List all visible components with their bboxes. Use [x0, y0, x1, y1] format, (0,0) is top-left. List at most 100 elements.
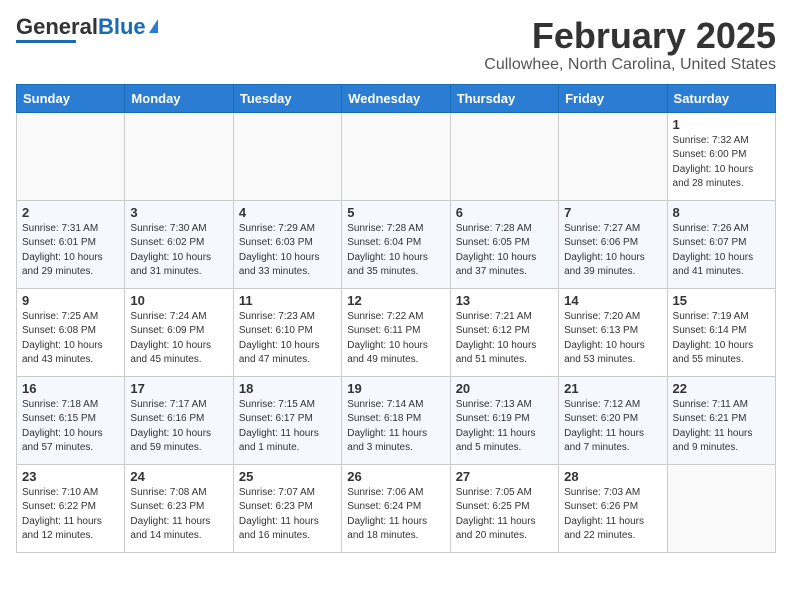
day-number: 22 — [673, 381, 770, 396]
day-info: Sunrise: 7:05 AM Sunset: 6:25 PM Dayligh… — [456, 486, 553, 544]
day-number: 27 — [456, 469, 553, 484]
calendar-title: February 2025 — [484, 16, 776, 56]
day-number: 17 — [130, 381, 227, 396]
calendar-week-row: 2 Sunrise: 7:31 AM Sunset: 6:01 PM Daylig… — [17, 200, 776, 288]
calendar-cell — [559, 112, 667, 200]
calendar-cell: 21 Sunrise: 7:12 AM Sunset: 6:20 PM Dayli… — [559, 376, 667, 464]
calendar-cell: 16 Sunrise: 7:18 AM Sunset: 6:15 PM Dayli… — [17, 376, 125, 464]
day-info: Sunrise: 7:15 AM Sunset: 6:17 PM Dayligh… — [239, 398, 336, 456]
calendar-cell: 15 Sunrise: 7:19 AM Sunset: 6:14 PM Dayli… — [667, 288, 775, 376]
day-number: 26 — [347, 469, 444, 484]
day-info: Sunrise: 7:06 AM Sunset: 6:24 PM Dayligh… — [347, 486, 444, 544]
day-info: Sunrise: 7:12 AM Sunset: 6:20 PM Dayligh… — [564, 398, 661, 456]
calendar-cell: 12 Sunrise: 7:22 AM Sunset: 6:11 PM Dayli… — [342, 288, 450, 376]
day-info: Sunrise: 7:19 AM Sunset: 6:14 PM Dayligh… — [673, 310, 770, 368]
day-number: 9 — [22, 293, 119, 308]
logo: GeneralBlue — [16, 16, 158, 43]
day-info: Sunrise: 7:18 AM Sunset: 6:15 PM Dayligh… — [22, 398, 119, 456]
title-block: February 2025 Cullowhee, North Carolina,… — [484, 16, 776, 74]
day-info: Sunrise: 7:22 AM Sunset: 6:11 PM Dayligh… — [347, 310, 444, 368]
day-info: Sunrise: 7:31 AM Sunset: 6:01 PM Dayligh… — [22, 222, 119, 280]
calendar-cell: 25 Sunrise: 7:07 AM Sunset: 6:23 PM Dayli… — [233, 464, 341, 552]
day-number: 16 — [22, 381, 119, 396]
calendar-week-row: 23 Sunrise: 7:10 AM Sunset: 6:22 PM Dayli… — [17, 464, 776, 552]
weekday-header-wednesday: Wednesday — [342, 84, 450, 112]
day-number: 7 — [564, 205, 661, 220]
day-number: 11 — [239, 293, 336, 308]
calendar-cell: 19Sunrise: 7:14 AM Sunset: 6:18 PM Dayli… — [342, 376, 450, 464]
weekday-header-thursday: Thursday — [450, 84, 558, 112]
logo-text: GeneralBlue — [16, 16, 146, 38]
calendar-week-row: 1 Sunrise: 7:32 AM Sunset: 6:00 PM Daylig… — [17, 112, 776, 200]
day-number: 5 — [347, 205, 444, 220]
day-info: Sunrise: 7:20 AM Sunset: 6:13 PM Dayligh… — [564, 310, 661, 368]
day-info: Sunrise: 7:17 AM Sunset: 6:16 PM Dayligh… — [130, 398, 227, 456]
weekday-header-tuesday: Tuesday — [233, 84, 341, 112]
day-info: Sunrise: 7:03 AM Sunset: 6:26 PM Dayligh… — [564, 486, 661, 544]
weekday-header-friday: Friday — [559, 84, 667, 112]
day-number: 14 — [564, 293, 661, 308]
calendar-cell — [450, 112, 558, 200]
day-number: 25 — [239, 469, 336, 484]
day-info: Sunrise: 7:13 AM Sunset: 6:19 PM Dayligh… — [456, 398, 553, 456]
day-number: 2 — [22, 205, 119, 220]
day-number: 12 — [347, 293, 444, 308]
day-number: 1 — [673, 117, 770, 132]
calendar-cell: 5 Sunrise: 7:28 AM Sunset: 6:04 PM Daylig… — [342, 200, 450, 288]
day-info: Sunrise: 7:30 AM Sunset: 6:02 PM Dayligh… — [130, 222, 227, 280]
day-number: 24 — [130, 469, 227, 484]
calendar-cell: 20 Sunrise: 7:13 AM Sunset: 6:19 PM Dayli… — [450, 376, 558, 464]
calendar-cell: 13Sunrise: 7:21 AM Sunset: 6:12 PM Dayli… — [450, 288, 558, 376]
calendar-cell: 14 Sunrise: 7:20 AM Sunset: 6:13 PM Dayli… — [559, 288, 667, 376]
calendar-week-row: 9 Sunrise: 7:25 AM Sunset: 6:08 PM Daylig… — [17, 288, 776, 376]
day-number: 28 — [564, 469, 661, 484]
calendar-cell: 10 Sunrise: 7:24 AM Sunset: 6:09 PM Dayli… — [125, 288, 233, 376]
day-info: Sunrise: 7:25 AM Sunset: 6:08 PM Dayligh… — [22, 310, 119, 368]
calendar-cell: 4Sunrise: 7:29 AM Sunset: 6:03 PM Daylig… — [233, 200, 341, 288]
weekday-header-saturday: Saturday — [667, 84, 775, 112]
day-info: Sunrise: 7:24 AM Sunset: 6:09 PM Dayligh… — [130, 310, 227, 368]
calendar-cell: 17 Sunrise: 7:17 AM Sunset: 6:16 PM Dayli… — [125, 376, 233, 464]
calendar-cell: 8Sunrise: 7:26 AM Sunset: 6:07 PM Daylig… — [667, 200, 775, 288]
page-header: GeneralBlue February 2025 Cullowhee, Nor… — [16, 16, 776, 74]
day-number: 15 — [673, 293, 770, 308]
calendar-cell — [342, 112, 450, 200]
calendar-cell — [17, 112, 125, 200]
day-info: Sunrise: 7:27 AM Sunset: 6:06 PM Dayligh… — [564, 222, 661, 280]
day-number: 20 — [456, 381, 553, 396]
day-number: 10 — [130, 293, 227, 308]
calendar-cell: 23 Sunrise: 7:10 AM Sunset: 6:22 PM Dayli… — [17, 464, 125, 552]
day-info: Sunrise: 7:08 AM Sunset: 6:23 PM Dayligh… — [130, 486, 227, 544]
calendar-cell: 6Sunrise: 7:28 AM Sunset: 6:05 PM Daylig… — [450, 200, 558, 288]
weekday-header-sunday: Sunday — [17, 84, 125, 112]
calendar-cell: 3Sunrise: 7:30 AM Sunset: 6:02 PM Daylig… — [125, 200, 233, 288]
day-number: 4 — [239, 205, 336, 220]
calendar-cell: 2 Sunrise: 7:31 AM Sunset: 6:01 PM Daylig… — [17, 200, 125, 288]
calendar-cell: 26 Sunrise: 7:06 AM Sunset: 6:24 PM Dayli… — [342, 464, 450, 552]
day-number: 19 — [347, 381, 444, 396]
day-number: 21 — [564, 381, 661, 396]
day-info: Sunrise: 7:10 AM Sunset: 6:22 PM Dayligh… — [22, 486, 119, 544]
day-info: Sunrise: 7:28 AM Sunset: 6:04 PM Dayligh… — [347, 222, 444, 280]
calendar-cell: 11Sunrise: 7:23 AM Sunset: 6:10 PM Dayli… — [233, 288, 341, 376]
calendar-cell — [667, 464, 775, 552]
calendar-cell: 7 Sunrise: 7:27 AM Sunset: 6:06 PM Daylig… — [559, 200, 667, 288]
calendar-cell — [125, 112, 233, 200]
day-info: Sunrise: 7:32 AM Sunset: 6:00 PM Dayligh… — [673, 134, 770, 192]
calendar-cell: 9 Sunrise: 7:25 AM Sunset: 6:08 PM Daylig… — [17, 288, 125, 376]
day-info: Sunrise: 7:11 AM Sunset: 6:21 PM Dayligh… — [673, 398, 770, 456]
calendar-cell: 22 Sunrise: 7:11 AM Sunset: 6:21 PM Dayli… — [667, 376, 775, 464]
calendar-table: SundayMondayTuesdayWednesdayThursdayFrid… — [16, 84, 776, 553]
calendar-cell: 27 Sunrise: 7:05 AM Sunset: 6:25 PM Dayli… — [450, 464, 558, 552]
weekday-header-monday: Monday — [125, 84, 233, 112]
calendar-subtitle: Cullowhee, North Carolina, United States — [484, 56, 776, 74]
calendar-cell: 28 Sunrise: 7:03 AM Sunset: 6:26 PM Dayli… — [559, 464, 667, 552]
day-number: 18 — [239, 381, 336, 396]
weekday-header-row: SundayMondayTuesdayWednesdayThursdayFrid… — [17, 84, 776, 112]
calendar-week-row: 16 Sunrise: 7:18 AM Sunset: 6:15 PM Dayli… — [17, 376, 776, 464]
day-number: 23 — [22, 469, 119, 484]
day-number: 6 — [456, 205, 553, 220]
day-number: 13 — [456, 293, 553, 308]
calendar-cell — [233, 112, 341, 200]
day-info: Sunrise: 7:07 AM Sunset: 6:23 PM Dayligh… — [239, 486, 336, 544]
